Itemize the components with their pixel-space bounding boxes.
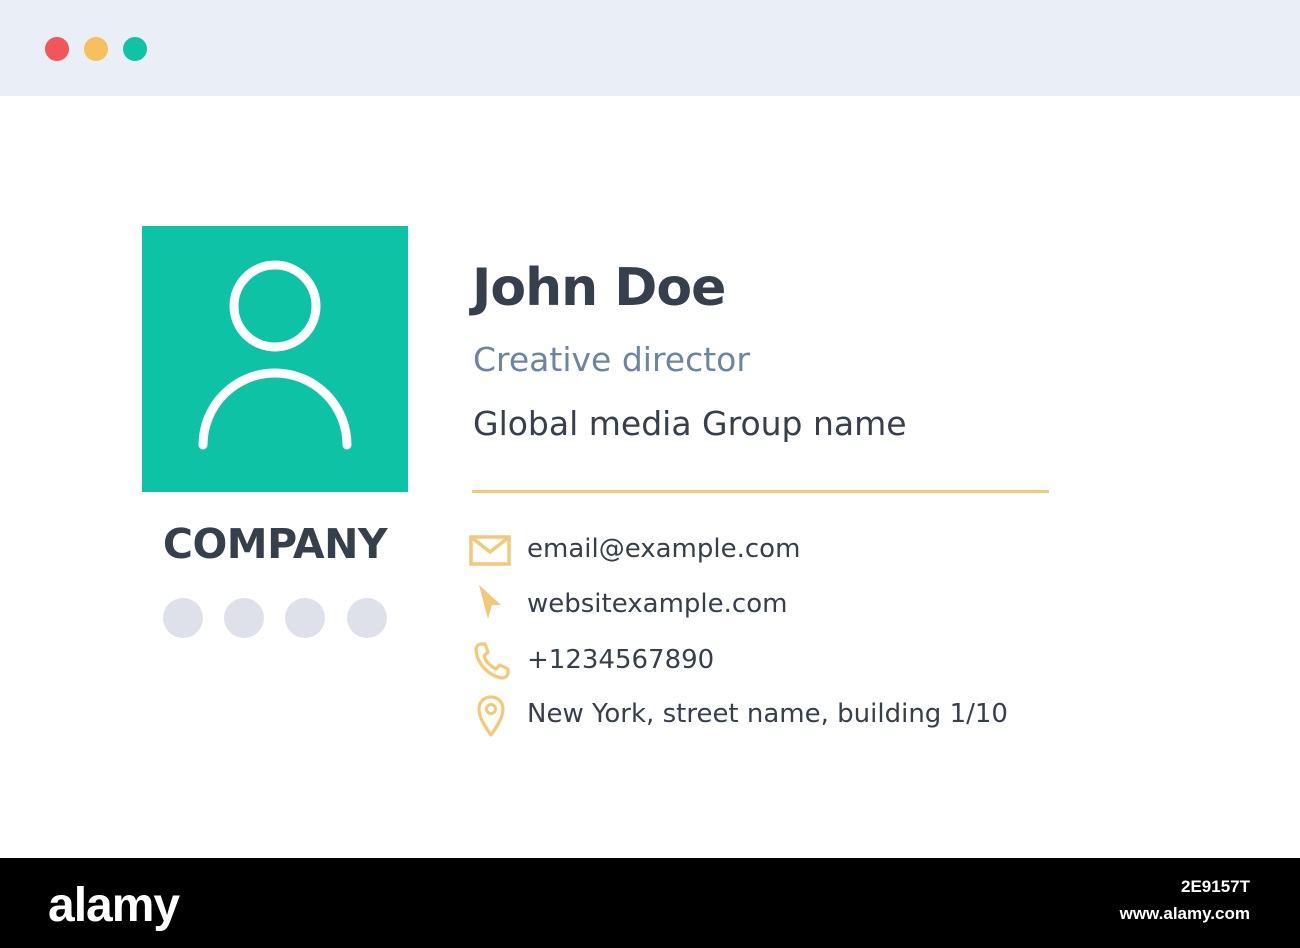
watermark-image-id: 2E9157T	[1181, 877, 1250, 896]
social-link[interactable]	[285, 598, 325, 638]
user-icon	[142, 226, 408, 492]
social-link[interactable]	[347, 598, 387, 638]
website-row[interactable]: websitexample.com	[468, 583, 1068, 627]
phone-row[interactable]: +1234567890	[468, 639, 1068, 683]
envelope-icon	[469, 535, 511, 566]
location-pin-icon	[477, 695, 505, 737]
minimize-dot[interactable]	[84, 37, 108, 61]
phone-number[interactable]: +1234567890	[527, 645, 714, 675]
close-dot[interactable]	[45, 37, 69, 61]
watermark-url: www.alamy.com	[1119, 904, 1250, 923]
company-name: Global media Group name	[473, 404, 907, 443]
email-row[interactable]: email@example.com	[468, 528, 1068, 572]
phone-icon	[474, 642, 510, 680]
email-link[interactable]: email@example.com	[527, 534, 800, 564]
email-signature: COMPANY John Doe Creative director Globa…	[0, 96, 1300, 858]
watermark-bar: alamy 2E9157T www.alamy.com	[0, 858, 1300, 948]
job-title: Creative director	[473, 340, 750, 379]
social-link[interactable]	[163, 598, 203, 638]
address-text: New York, street name, building 1/10	[527, 699, 1008, 729]
contact-name: John Doe	[472, 258, 726, 318]
social-links	[163, 598, 387, 638]
website-link[interactable]: websitexample.com	[527, 589, 787, 619]
watermark-logo: alamy	[48, 879, 180, 932]
cursor-icon	[479, 585, 501, 619]
company-logo: COMPANY	[162, 520, 388, 568]
social-link[interactable]	[224, 598, 264, 638]
maximize-dot[interactable]	[123, 37, 147, 61]
address-row: New York, street name, building 1/10	[468, 693, 1068, 737]
avatar	[142, 226, 408, 492]
window-titlebar	[0, 0, 1300, 96]
divider	[472, 490, 1049, 493]
